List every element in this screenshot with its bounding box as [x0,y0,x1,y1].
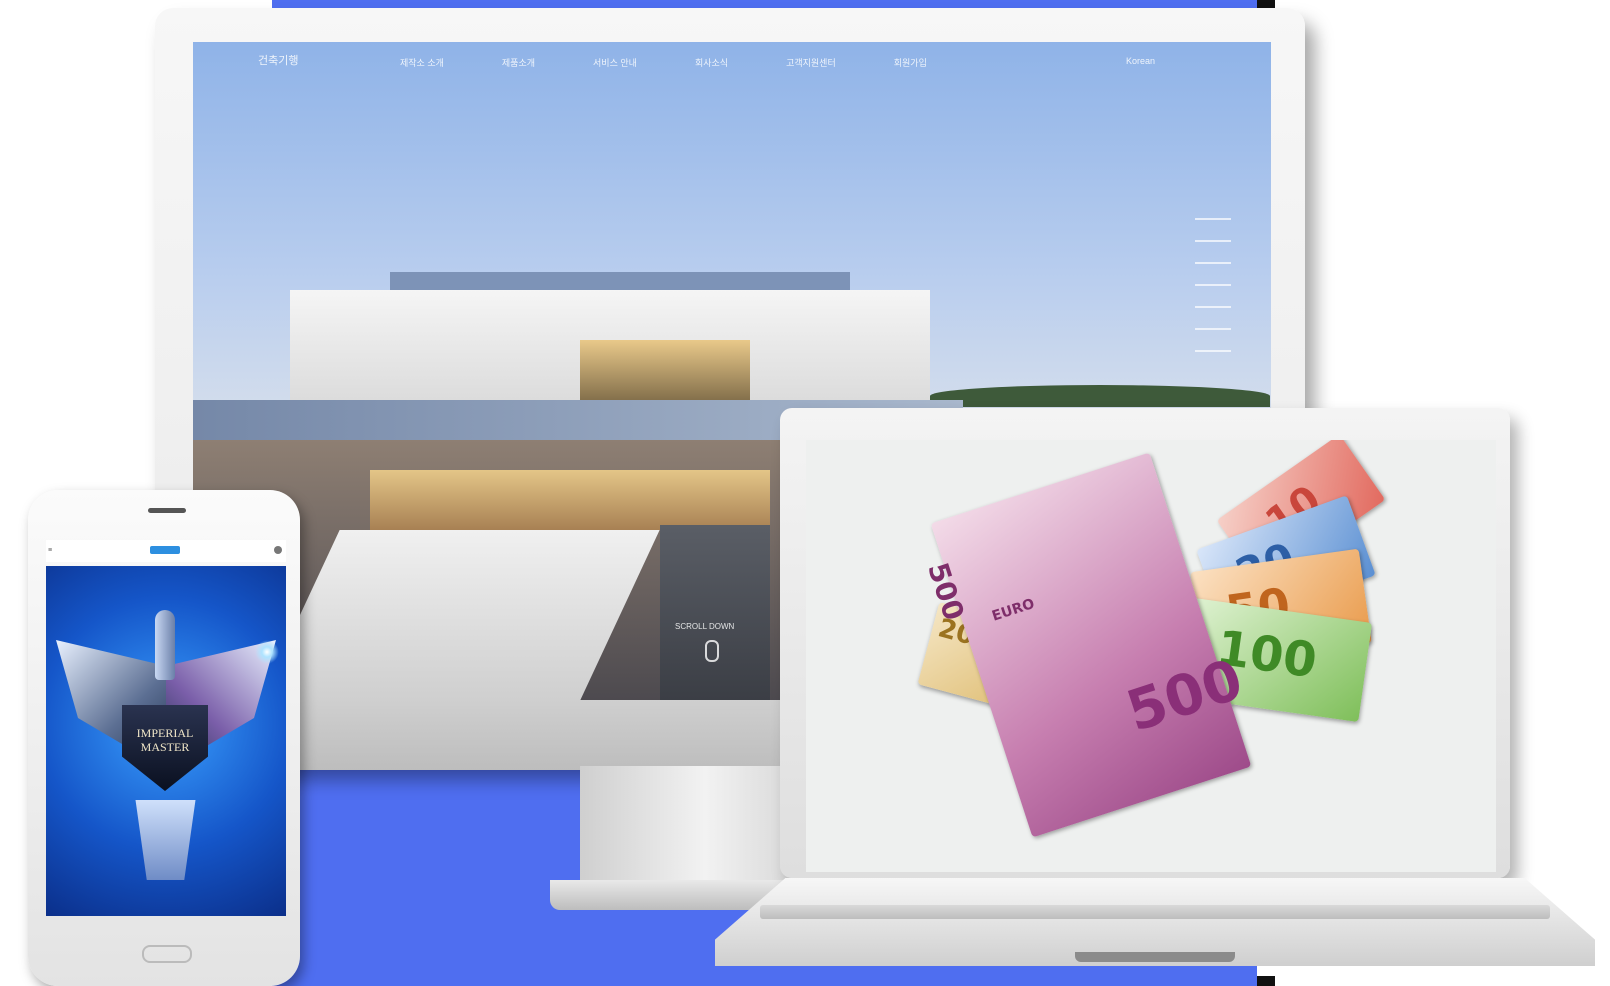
side-indicator-line[interactable] [1195,350,1231,352]
site-nav-item[interactable]: 서비스 안내 [593,56,637,69]
phone-header-menu[interactable]: ≡ [48,547,52,554]
banknote-value: 500 [921,558,971,625]
side-indicator-line[interactable] [1195,284,1231,286]
building-glow [370,470,770,530]
phone-header-logo[interactable] [150,546,180,554]
site-nav-item[interactable]: 회원가입 [894,56,927,69]
trophy-inscription: IMPERIAL MASTER [122,726,208,754]
laptop-keyboard-edge [760,905,1550,919]
side-indicator-line[interactable] [1195,328,1231,330]
banknote-500: 500 EURO 500 [921,452,1252,838]
site-nav-item[interactable]: 제작소 소개 [400,56,444,69]
side-indicator [1195,218,1231,352]
phone-home-button[interactable] [142,945,192,963]
backdrop-edge-bottom [1257,976,1275,986]
scroll-caption: SCROLL DOWN [675,622,735,631]
side-indicator-line[interactable] [1195,240,1231,242]
laptop-screen: 10 20 50 100 200 500 EURO 500 [806,440,1496,872]
laptop-trackpad-notch [1075,952,1235,962]
side-indicator-line[interactable] [1195,218,1231,220]
phone-header-icon[interactable] [274,546,282,554]
banknote-currency: EURO [990,595,1037,625]
backdrop-edge-top [1257,0,1275,8]
trophy-swan-neck [155,610,175,680]
building-roof [390,272,850,290]
trophy-text-line: MASTER [140,740,190,754]
site-nav-item[interactable]: 고객지원센터 [786,56,836,69]
building-stone-wall [660,525,770,700]
phone-speaker [148,508,186,513]
side-indicator-line[interactable] [1195,306,1231,308]
banknote-value-large: 500 [1119,647,1251,745]
site-logo[interactable]: 건축기행 [258,52,298,68]
scroll-mouse-icon[interactable] [705,640,719,662]
side-indicator-line[interactable] [1195,262,1231,264]
site-nav-item[interactable]: 회사소식 [695,56,728,69]
trophy-text-line: IMPERIAL [136,726,194,740]
site-nav: 제작소 소개 제품소개 서비스 안내 회사소식 고객지원센터 회원가입 [400,56,927,69]
hill [930,385,1270,407]
site-nav-item[interactable]: 제품소개 [502,56,535,69]
language-selector[interactable]: Korean [1126,56,1155,66]
sparkle-icon [255,640,279,664]
